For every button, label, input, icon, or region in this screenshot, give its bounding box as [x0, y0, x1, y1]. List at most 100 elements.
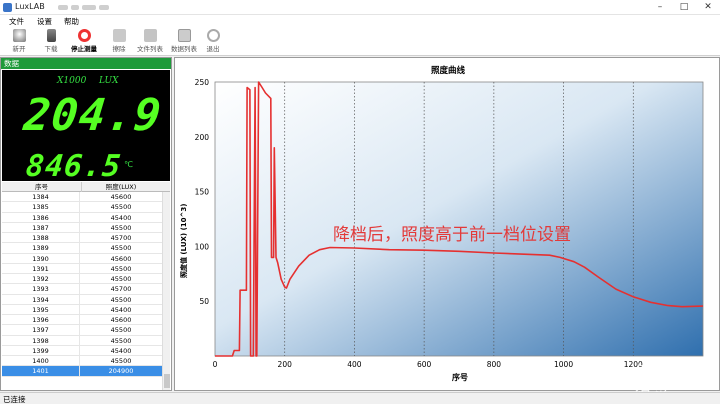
celsius-unit: ℃ — [124, 160, 133, 169]
lux-cell: 45500 — [110, 275, 132, 283]
table-row[interactable]: 1386 45400 — [2, 212, 162, 223]
scrollbar-thumb[interactable] — [164, 374, 170, 388]
x-tick-label: 800 — [487, 360, 502, 369]
connection-status: 已连接 — [3, 395, 26, 404]
chart-title: 照度曲线 — [430, 66, 465, 76]
x-tick-label: 600 — [417, 360, 432, 369]
minimize-button[interactable]: – — [648, 0, 672, 15]
chart-panel: 0 200 400 600 800 1000 1200 50 100 150 200 250 照度曲线… — [174, 57, 720, 404]
table-body: 1384 45600 1385 45500 1386 45400 1387 45500 1388… — [2, 192, 162, 377]
index-cell: 1401 — [2, 366, 80, 377]
table-row[interactable]: 1387 45500 — [2, 222, 162, 233]
table-row[interactable]: 1389 45500 — [2, 243, 162, 254]
lux-cell: 45500 — [110, 244, 132, 253]
lux-cell: 45500 — [110, 264, 132, 273]
window-title: LuxLAB — [15, 2, 45, 11]
column-header-lux[interactable]: 照度(LUX) — [82, 182, 160, 192]
table-row[interactable]: 1397 45500 — [2, 325, 162, 336]
x-axis-label: 序号 — [452, 373, 468, 382]
index-cell: 1395 — [2, 304, 80, 315]
y-axis-label: 照度值 (LUX) (10^3) — [180, 203, 188, 278]
folder-icon — [143, 29, 157, 42]
table-scrollbar[interactable] — [162, 192, 170, 390]
lux-cell: 45500 — [110, 295, 132, 304]
index-cell: 1397 — [2, 325, 80, 336]
title-bar: LuxLAB – □ ✕ — [0, 0, 720, 15]
blurred-title-segment — [99, 5, 109, 10]
unit-label: LUX — [99, 76, 119, 86]
table-row[interactable]: 1393 45700 — [2, 284, 162, 295]
menu-file[interactable]: 文件 — [9, 16, 24, 27]
lux-cell: 45400 — [110, 305, 132, 314]
blurred-title-segment — [82, 5, 96, 10]
new-button[interactable]: 新开 — [2, 28, 36, 55]
blurred-title-segment — [71, 5, 79, 10]
table-row[interactable]: 1401 204900 — [2, 366, 162, 377]
table-row[interactable]: 1395 45400 — [2, 304, 162, 315]
lux-cell: 45400 — [110, 346, 132, 355]
lux-cell: 45500 — [110, 357, 132, 365]
index-cell: 1389 — [2, 243, 80, 254]
index-cell: 1392 — [2, 274, 80, 284]
multiplier-label: X1000 — [57, 76, 87, 86]
menu-settings[interactable]: 设置 — [37, 16, 52, 27]
index-cell: 1398 — [2, 335, 80, 346]
lux-cell: 45600 — [110, 254, 132, 263]
lux-cell: 45500 — [110, 336, 132, 345]
lux-cell: 45500 — [110, 223, 132, 232]
index-cell: 1400 — [2, 356, 80, 366]
toolbar: 新开 下载 停止测量 擦除 文件列表 数据列表 退出 — [0, 27, 720, 56]
file-list-button[interactable]: 文件列表 — [131, 28, 169, 55]
index-cell: 1387 — [2, 222, 80, 233]
bulb-icon — [12, 29, 26, 42]
eraser-icon — [112, 29, 126, 42]
lux-cell: 45700 — [110, 285, 132, 294]
maximize-button[interactable]: □ — [672, 0, 696, 15]
index-cell: 1385 — [2, 202, 80, 213]
data-panel: 数据 X1000 LUX 204.9 846.5 ℃ 序号 照度(LUX) 13… — [0, 57, 172, 391]
table-row[interactable]: 1398 45500 — [2, 335, 162, 346]
index-cell: 1388 — [2, 233, 80, 243]
table-row[interactable]: 1384 45600 — [2, 192, 162, 203]
menu-help[interactable]: 帮助 — [64, 16, 79, 27]
lux-cell: 45400 — [110, 213, 132, 222]
table-row[interactable]: 1396 45600 — [2, 315, 162, 326]
data-table: 序号 照度(LUX) 1384 45600 1385 45500 1386 45400 13… — [2, 182, 170, 390]
index-cell: 1386 — [2, 212, 80, 223]
x-tick-label: 200 — [278, 360, 293, 369]
table-icon — [177, 29, 191, 42]
column-header-index[interactable]: 序号 — [2, 182, 82, 192]
lux-cell: 45600 — [110, 193, 132, 201]
stop-measure-button[interactable]: 停止测量 — [66, 28, 102, 55]
x-tick-label: 0 — [213, 360, 218, 369]
lux-cell: 45500 — [110, 203, 132, 212]
lux-cell: 45700 — [110, 234, 132, 242]
status-bar: 已连接 — [0, 392, 720, 404]
y-tick-label: 150 — [195, 188, 210, 197]
y-tick-label: 50 — [199, 297, 209, 306]
index-cell: 1391 — [2, 263, 80, 274]
table-row[interactable]: 1390 45600 — [2, 253, 162, 264]
y-tick-label: 200 — [195, 133, 210, 142]
lux-cell: 45600 — [110, 316, 132, 324]
lux-cell: 204900 — [108, 367, 134, 376]
lux-cell: 45500 — [110, 326, 132, 335]
x-tick-label: 1000 — [554, 360, 573, 369]
table-row[interactable]: 1399 45400 — [2, 345, 162, 356]
table-row[interactable]: 1391 45500 — [2, 263, 162, 274]
lux-display: X1000 LUX 204.9 846.5 ℃ — [2, 70, 170, 184]
exit-button[interactable]: 退出 — [196, 28, 230, 55]
index-cell: 1399 — [2, 345, 80, 356]
table-row[interactable]: 1394 45500 — [2, 294, 162, 305]
index-cell: 1393 — [2, 284, 80, 295]
close-button[interactable]: ✕ — [696, 0, 720, 15]
download-button[interactable]: 下载 — [34, 28, 68, 55]
download-icon — [46, 29, 56, 42]
table-row[interactable]: 1388 45700 — [2, 233, 162, 244]
menu-bar: 文件 设置 帮助 — [0, 15, 720, 27]
temperature-value: 846.5 — [24, 149, 124, 184]
table-row[interactable]: 1392 45500 — [2, 274, 162, 285]
table-row[interactable]: 1400 45500 — [2, 356, 162, 367]
exit-icon — [206, 29, 220, 42]
table-row[interactable]: 1385 45500 — [2, 202, 162, 213]
